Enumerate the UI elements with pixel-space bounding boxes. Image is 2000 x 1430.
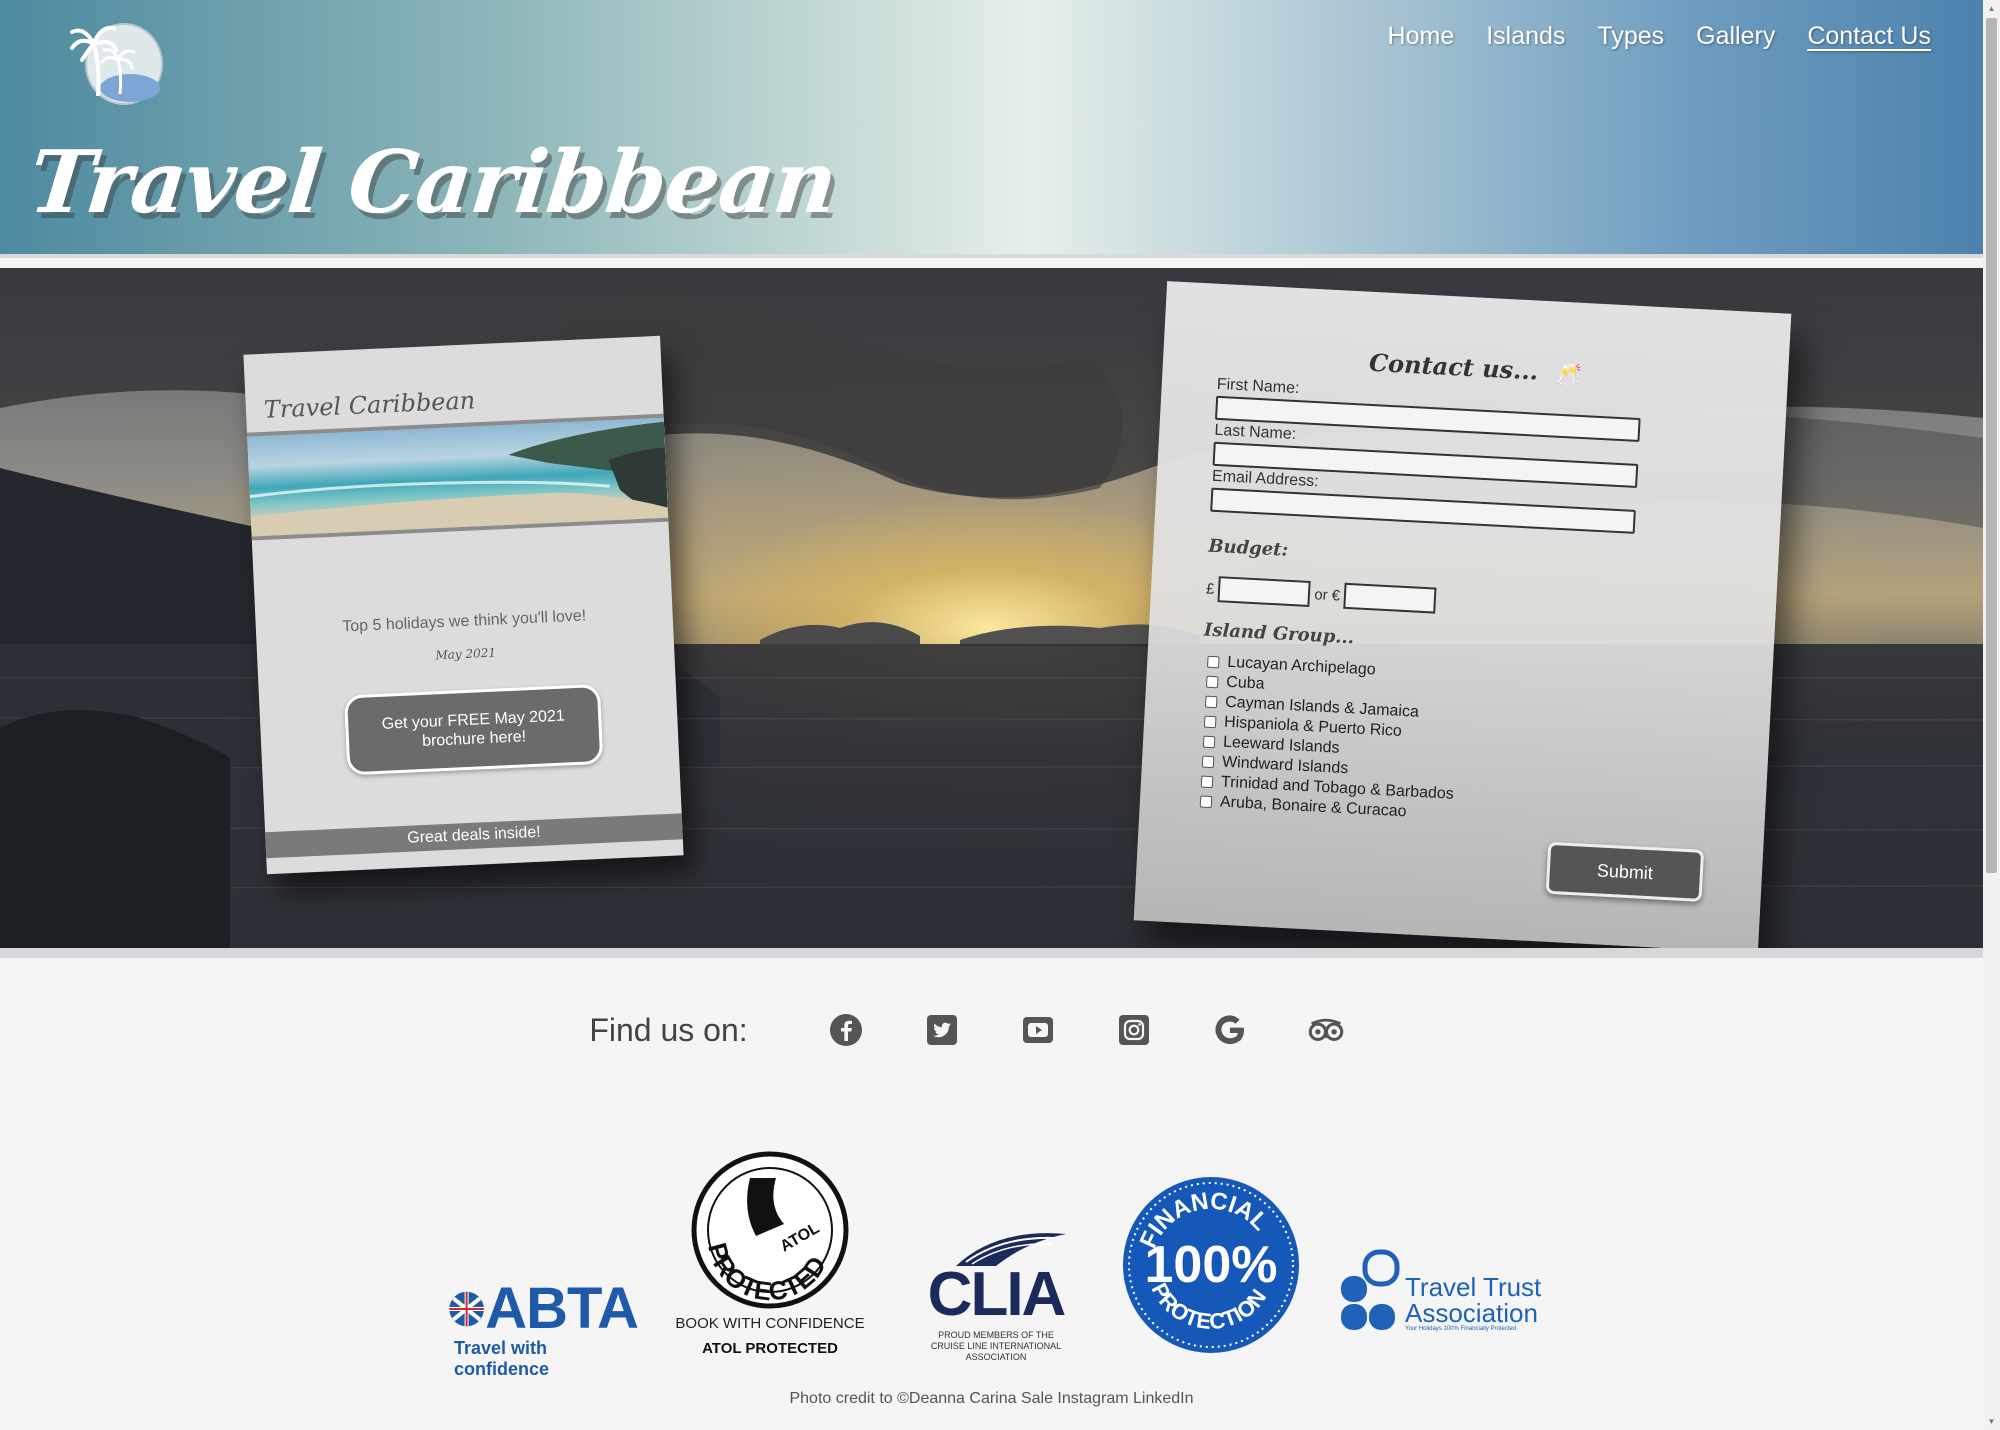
site-header: Travel Caribbean Home Islands Types Gall…	[0, 0, 1983, 258]
checkbox-aruba-bonaire-curacao[interactable]	[1199, 795, 1213, 809]
social-links-bar: Find us on:	[0, 1000, 1983, 1060]
scroll-down-arrow-icon[interactable]: ▼	[1983, 1413, 2000, 1430]
brochure-date: May 2021	[435, 645, 497, 663]
budget-row: £ or €	[1205, 576, 1437, 614]
free-brochure-button[interactable]: Get your FREE May 2021 brochure here!	[343, 683, 604, 776]
twitter-icon[interactable]	[924, 1012, 960, 1048]
atol-logo[interactable]: ATOL PROTECTED BOOK WITH CONFIDENCE ATOL…	[672, 1150, 868, 1357]
checkbox-trinidad-barbados[interactable]	[1200, 775, 1214, 789]
google-icon[interactable]	[1212, 1012, 1248, 1048]
brochure-card: Travel Caribbean Top 5 holidays we think…	[243, 335, 684, 875]
checkbox-cuba[interactable]	[1205, 675, 1219, 689]
budget-label: Budget:	[1207, 535, 1289, 561]
clia-line1: PROUD MEMBERS OF THE	[938, 1330, 1054, 1340]
abta-tagline: Travel with confidence	[454, 1338, 550, 1379]
or-euro-label: or €	[1313, 585, 1341, 605]
clia-line2: CRUISE LINE INTERNATIONAL ASSOCIATION	[930, 1341, 1062, 1362]
nav-gallery[interactable]: Gallery	[1696, 22, 1775, 51]
instagram-icon[interactable]	[1116, 1012, 1152, 1048]
nav-contact-us[interactable]: Contact Us	[1807, 22, 1931, 51]
email-input[interactable]	[1210, 487, 1636, 534]
beach-image	[246, 413, 669, 541]
cheers-glasses-icon: 🥂	[1553, 360, 1583, 388]
financial-protection-logo[interactable]: FINANCIAL 100% PROTECTION	[1122, 1176, 1300, 1354]
first-name-label: First Name:	[1216, 375, 1300, 398]
youtube-icon[interactable]	[1020, 1012, 1056, 1048]
partner-logos: ABTA Travel with confidence ATOL PROTECT…	[0, 1140, 1983, 1379]
hero-sunset-background: Travel Caribbean Top 5 holidays we think…	[0, 268, 1983, 958]
island-option-label: Cuba	[1225, 673, 1265, 693]
budget-pound-input[interactable]	[1217, 576, 1312, 607]
facebook-icon[interactable]	[828, 1012, 864, 1048]
abta-logo[interactable]: ABTA Travel with confidence	[448, 1275, 639, 1380]
atol-line2: ATOL PROTECTED	[702, 1340, 838, 1357]
checkbox-cayman-jamaica[interactable]	[1204, 695, 1218, 709]
tripadvisor-icon[interactable]	[1308, 1012, 1344, 1048]
brochure-title: Travel Caribbean	[263, 386, 476, 424]
contact-form-title-text: Contact us...	[1368, 347, 1539, 386]
island-group-label: Island Group...	[1203, 619, 1355, 649]
atol-line1: BOOK WITH CONFIDENCE	[675, 1315, 865, 1332]
submit-button[interactable]: Submit	[1545, 841, 1705, 902]
clia-logo[interactable]: CLIA PROUD MEMBERS OF THE CRUISE LINE IN…	[900, 1228, 1092, 1363]
brochure-footer-banner: Great deals inside!	[265, 813, 683, 859]
pound-symbol: £	[1205, 580, 1215, 598]
island-group-list: Lucayan Archipelago Cuba Cayman Islands …	[1199, 652, 1460, 825]
nav-islands[interactable]: Islands	[1486, 22, 1565, 51]
page-scrollbar[interactable]: ▲ ▼	[1983, 0, 2000, 1430]
palm-tree-logo-icon[interactable]	[70, 16, 166, 108]
abta-wordmark: ABTA	[485, 1276, 639, 1341]
atol-seal-icon: ATOL PROTECTED	[691, 1151, 849, 1309]
clia-wordmark: CLIA	[927, 1260, 1067, 1329]
abta-globe-icon	[449, 1291, 484, 1326]
main-nav: Home Islands Types Gallery Contact Us	[1388, 22, 1931, 51]
contact-form: Contact us... 🥂 First Name: Last Name: E…	[1133, 281, 1792, 948]
tta-line1: Travel Trust	[1405, 1272, 1542, 1302]
tta-clover-icon	[1341, 1249, 1400, 1330]
checkbox-leeward[interactable]	[1202, 735, 1216, 749]
photo-credit: Photo credit to ©Deanna Carina Sale Inst…	[789, 1390, 1194, 1407]
find-us-label: Find us on:	[589, 1011, 748, 1048]
checkbox-hispaniola-puerto-rico[interactable]	[1203, 715, 1217, 729]
brochure-tagline: Top 5 holidays we think you'll love!	[341, 607, 587, 636]
checkbox-lucayan[interactable]	[1206, 655, 1220, 669]
budget-euro-input[interactable]	[1343, 582, 1437, 614]
last-name-label: Last Name:	[1213, 421, 1297, 444]
scroll-up-arrow-icon[interactable]: ▲	[1983, 0, 2000, 17]
site-title: Travel Caribbean	[24, 132, 841, 233]
nav-home[interactable]: Home	[1388, 22, 1455, 51]
tta-line2: Association	[1405, 1298, 1538, 1328]
nav-types[interactable]: Types	[1597, 22, 1664, 51]
checkbox-windward[interactable]	[1201, 755, 1215, 769]
scrollbar-thumb[interactable]	[1986, 18, 1997, 873]
travel-trust-association-logo[interactable]: Travel Trust Association Your Holidays 1…	[1335, 1248, 1545, 1338]
